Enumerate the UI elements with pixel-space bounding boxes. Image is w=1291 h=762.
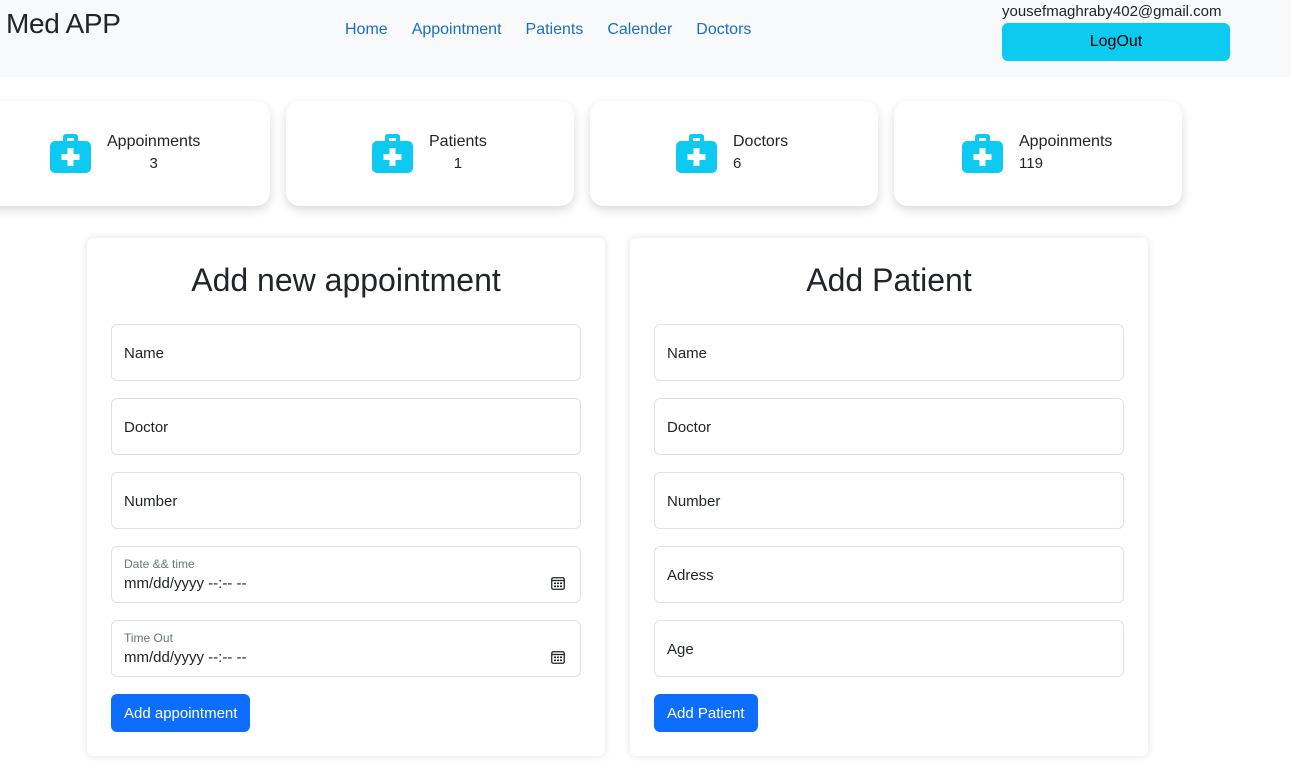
patient-number-field[interactable]: Number <box>654 472 1124 529</box>
add-appointment-card: Add new appointment Name Doctor Number D… <box>87 238 605 756</box>
field-placeholder: Adress <box>667 567 714 584</box>
stat-value: 1 <box>453 155 463 172</box>
field-placeholder: Doctor <box>124 419 169 436</box>
stat-value: 3 <box>149 155 158 172</box>
top-navbar: Med APP Home Appointment Patients Calend… <box>0 0 1291 77</box>
brand-logo[interactable]: Med APP <box>6 8 121 40</box>
add-appointment-title: Add new appointment <box>191 262 501 298</box>
stat-label: Appoinments <box>107 133 201 150</box>
add-appointment-button[interactable]: Add appointment <box>111 694 251 732</box>
stat-card-appointments: Appoinments 3 <box>0 101 270 206</box>
patient-doctor-field[interactable]: Doctor <box>654 398 1124 455</box>
nav-link-home[interactable]: Home <box>345 21 388 39</box>
add-patient-button[interactable]: Add Patient <box>654 694 758 732</box>
field-placeholder: Name <box>124 345 165 362</box>
field-label: Date && time <box>124 557 195 571</box>
appointment-doctor-field[interactable]: Doctor <box>111 398 581 455</box>
nav-link-patients[interactable]: Patients <box>526 21 584 39</box>
nav-link-doctors[interactable]: Doctors <box>696 21 751 39</box>
stat-value: 6 <box>733 155 742 172</box>
patient-address-field[interactable]: Adress <box>654 546 1124 603</box>
stat-label: Patients <box>429 133 487 150</box>
nav-link-calender[interactable]: Calender <box>607 21 672 39</box>
medical-kit-icon <box>50 134 91 173</box>
field-placeholder: Doctor <box>667 419 712 436</box>
medical-kit-icon <box>372 134 413 173</box>
calendar-icon[interactable] <box>551 650 565 664</box>
field-placeholder: Number <box>667 493 721 510</box>
field-placeholder: Name <box>667 345 708 362</box>
add-patient-title: Add Patient <box>806 262 972 298</box>
appointment-number-field[interactable]: Number <box>111 472 581 529</box>
calendar-icon[interactable] <box>551 576 565 590</box>
add-patient-card: Add Patient Name Doctor Number Adress Ag… <box>630 238 1148 756</box>
field-value: mm/dd/yyyy --:-- -- <box>124 575 247 592</box>
medical-kit-icon <box>676 134 717 173</box>
patient-name-field[interactable]: Name <box>654 324 1124 381</box>
appointment-name-field[interactable]: Name <box>111 324 581 381</box>
stat-card-doctors: Doctors 6 <box>590 101 878 206</box>
stat-card-appointments-total: Appoinments 119 <box>894 101 1182 206</box>
stat-card-patients: Patients 1 <box>286 101 574 206</box>
patient-age-field[interactable]: Age <box>654 620 1124 677</box>
appointment-timeout-field[interactable]: Time Out mm/dd/yyyy --:-- -- <box>111 620 581 677</box>
logout-button[interactable]: LogOut <box>1002 23 1230 61</box>
stat-label: Appoinments <box>1019 133 1113 150</box>
field-placeholder: Age <box>667 641 694 658</box>
user-email: yousefmaghraby402@gmail.com <box>1002 3 1222 20</box>
appointment-datetime-field[interactable]: Date && time mm/dd/yyyy --:-- -- <box>111 546 581 603</box>
field-value: mm/dd/yyyy --:-- -- <box>124 649 247 666</box>
field-label: Time Out <box>124 631 173 645</box>
stat-value: 119 <box>1019 155 1043 172</box>
medical-kit-icon <box>962 134 1003 173</box>
nav-links: Home Appointment Patients Calender Docto… <box>345 21 775 39</box>
field-placeholder: Number <box>124 493 178 510</box>
nav-link-appointment[interactable]: Appointment <box>412 21 502 39</box>
stat-label: Doctors <box>733 133 789 150</box>
